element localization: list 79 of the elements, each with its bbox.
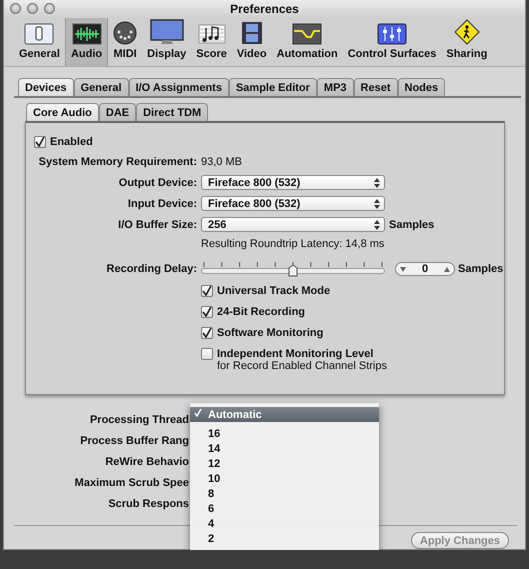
menu-item[interactable]: 2	[190, 531, 379, 546]
menu-item[interactable]: 12	[190, 456, 379, 471]
stepper-field[interactable]: 0	[395, 262, 455, 276]
checkbox-note: for Record Enabled Channel Strips	[217, 360, 387, 372]
down-arrow-icon[interactable]	[400, 266, 406, 272]
toolbar-button[interactable]: General	[14, 18, 65, 66]
minimize-button[interactable]	[27, 3, 38, 14]
switch-icon	[24, 23, 54, 45]
checkbox[interactable]	[34, 136, 46, 148]
menu-item[interactable]: 10	[190, 471, 379, 486]
latency-text: Resulting Roundtrip Latency: 14,8 ms	[201, 238, 384, 250]
slider-track[interactable]	[201, 268, 385, 274]
tab[interactable]: Nodes	[398, 78, 446, 96]
tab[interactable]: Sample Editor	[228, 78, 317, 96]
unit-label: Samples	[458, 263, 504, 275]
toolbar-button[interactable]: Score	[191, 18, 232, 66]
checkbox[interactable]	[201, 348, 213, 360]
toolbar-button[interactable]: Automation	[272, 18, 343, 66]
zoom-button[interactable]	[44, 3, 55, 14]
field-label: Maximum Scrub Spee	[74, 476, 189, 488]
checkbox-label: Universal Track Mode	[217, 285, 330, 297]
window-title: Preferences	[230, 2, 299, 16]
tab[interactable]: DAE	[98, 103, 136, 121]
tick-marks-icon	[201, 261, 385, 269]
tab[interactable]: General	[74, 78, 129, 96]
field-value: 93,0 MB	[201, 156, 242, 168]
updown-arrows-icon	[374, 178, 380, 188]
tab[interactable]: Devices	[18, 78, 74, 96]
checkbox-label: Independent Monitoring Level	[217, 348, 374, 360]
updown-arrows-icon	[374, 220, 380, 230]
field-label: Scrub Respons	[107, 498, 189, 510]
menu-item[interactable]: 16	[190, 426, 379, 441]
toolbar-button[interactable]: Sharing	[441, 18, 492, 66]
slider-thumb[interactable]	[288, 264, 298, 277]
checkbox[interactable]	[201, 327, 213, 339]
menu-item[interactable]: 4	[190, 516, 379, 531]
dropdown[interactable]: Fireface 800 (532)	[201, 175, 385, 190]
checkbox-label: 24-Bit Recording	[217, 306, 306, 318]
field-label: Recording Delay:	[106, 263, 197, 275]
menu-item[interactable]: 8	[190, 486, 379, 501]
tab[interactable]: Core Audio	[26, 103, 99, 121]
toolbar-button[interactable]: Audio	[64, 18, 108, 66]
field-label: ReWire Behavio	[104, 456, 189, 468]
tab[interactable]: MP3	[316, 78, 354, 96]
monitor-icon	[150, 19, 184, 45]
field-label: I/O Buffer Size:	[117, 218, 197, 230]
dropdown[interactable]: 256	[201, 217, 385, 232]
waveform-icon	[72, 23, 102, 45]
checkbox-label: Enabled	[50, 136, 93, 148]
unit-label: Samples	[389, 218, 434, 230]
tab[interactable]: Direct TDM	[136, 103, 208, 121]
checkbox[interactable]	[201, 306, 213, 318]
tab[interactable]: Reset	[354, 78, 398, 96]
field-label: Input Device:	[126, 198, 197, 210]
walking-sign-icon	[454, 19, 480, 45]
mixer-faders-icon	[377, 23, 408, 45]
field-label: Process Buffer Rang	[79, 434, 189, 446]
film-strip-icon	[240, 21, 263, 45]
dropdown[interactable]: Fireface 800 (532)	[201, 196, 385, 211]
toolbar-button[interactable]: MIDI	[108, 18, 142, 66]
music-notes-icon	[198, 23, 226, 45]
close-button[interactable]	[10, 3, 21, 14]
field-label: Processing Thread	[88, 414, 189, 426]
checkbox-label: Software Monitoring	[217, 327, 324, 339]
checkbox[interactable]	[201, 285, 213, 297]
menu-item[interactable]: 6	[190, 501, 379, 516]
menu-item[interactable]: Automatic	[190, 407, 379, 422]
updown-arrows-icon	[374, 198, 380, 208]
midi-connector-icon	[113, 21, 138, 45]
tab[interactable]: I/O Assignments	[128, 78, 229, 96]
toolbar-button[interactable]: Video	[232, 18, 272, 66]
menu-item[interactable]: 14	[190, 441, 379, 456]
field-label: Output Device:	[118, 176, 197, 188]
up-arrow-icon[interactable]	[444, 266, 450, 272]
toolbar-button[interactable]: Control Surfaces	[342, 18, 442, 66]
toolbar-button[interactable]: Display	[142, 18, 192, 66]
automation-curve-icon	[292, 23, 322, 45]
field-label: System Memory Requirement:	[38, 156, 197, 168]
checkmark-icon	[194, 409, 202, 417]
